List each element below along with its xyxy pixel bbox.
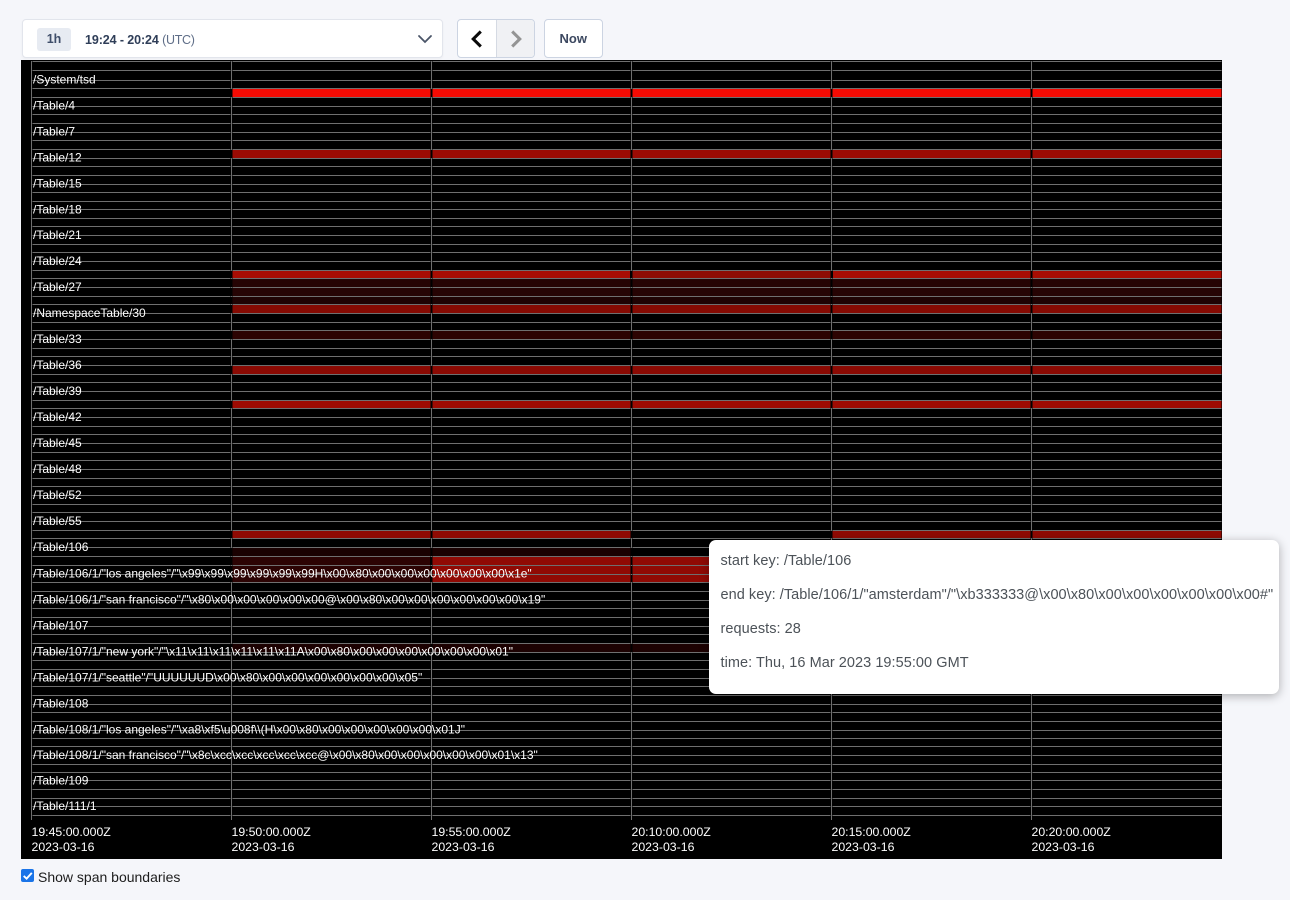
svg-text:20:15:00.000Z: 20:15:00.000Z [832, 825, 912, 839]
svg-text:/Table/36: /Table/36 [33, 358, 82, 372]
svg-text:/Table/106/1/"los angeles"/"\x: /Table/106/1/"los angeles"/"\x99\x99\x99… [33, 567, 532, 581]
svg-text:/Table/18: /Table/18 [33, 202, 82, 216]
svg-text:20:20:00.000Z: 20:20:00.000Z [1032, 825, 1112, 839]
svg-text:/Table/107: /Table/107 [33, 619, 89, 633]
svg-text:/Table/39: /Table/39 [33, 384, 82, 398]
svg-text:19:45:00.000Z: 19:45:00.000Z [32, 825, 112, 839]
svg-text:/Table/45: /Table/45 [33, 436, 82, 450]
svg-text:/Table/108: /Table/108 [33, 697, 89, 711]
svg-text:2023-03-16: 2023-03-16 [432, 840, 495, 854]
svg-text:/Table/106: /Table/106 [33, 540, 89, 554]
svg-text:/Table/52: /Table/52 [33, 488, 82, 502]
svg-text:/Table/55: /Table/55 [33, 514, 82, 528]
svg-text:19:50:00.000Z: 19:50:00.000Z [232, 825, 312, 839]
svg-text:/Table/42: /Table/42 [33, 410, 82, 424]
svg-text:/System/tsd: /System/tsd [33, 73, 96, 87]
svg-text:2023-03-16: 2023-03-16 [1032, 840, 1095, 854]
svg-text:/NamespaceTable/30: /NamespaceTable/30 [33, 306, 146, 320]
svg-text:2023-03-16: 2023-03-16 [632, 840, 695, 854]
svg-text:2023-03-16: 2023-03-16 [32, 840, 95, 854]
svg-text:/Table/107/1/"seattle"/"UUUUUU: /Table/107/1/"seattle"/"UUUUUUD\x00\x80\… [33, 671, 422, 685]
svg-text:19:55:00.000Z: 19:55:00.000Z [432, 825, 512, 839]
svg-text:/Table/4: /Table/4 [33, 99, 75, 113]
svg-text:2023-03-16: 2023-03-16 [232, 840, 295, 854]
svg-text:/Table/15: /Table/15 [33, 177, 82, 191]
svg-text:20:10:00.000Z: 20:10:00.000Z [632, 825, 712, 839]
svg-text:/Table/48: /Table/48 [33, 462, 82, 476]
svg-text:/Table/108/1/"san francisco"/": /Table/108/1/"san francisco"/"\x8c\xcc\x… [33, 748, 538, 762]
svg-text:/Table/21: /Table/21 [33, 228, 82, 242]
svg-text:/Table/12: /Table/12 [33, 151, 82, 165]
svg-text:/Table/106/1/"san francisco"/": /Table/106/1/"san francisco"/"\x80\x00\x… [33, 593, 545, 607]
svg-text:/Table/108/1/"los angeles"/"\x: /Table/108/1/"los angeles"/"\xa8\xf5\u00… [33, 723, 465, 737]
svg-text:/Table/33: /Table/33 [33, 332, 82, 346]
svg-text:2023-03-16: 2023-03-16 [832, 840, 895, 854]
svg-text:/Table/27: /Table/27 [33, 280, 82, 294]
svg-text:/Table/111/1: /Table/111/1 [33, 799, 97, 813]
svg-text:/Table/107/1/"new york"/"\x11\: /Table/107/1/"new york"/"\x11\x11\x11\x1… [33, 645, 513, 659]
svg-text:/Table/7: /Table/7 [33, 125, 75, 139]
svg-text:/Table/109: /Table/109 [33, 774, 89, 788]
svg-text:/Table/24: /Table/24 [33, 254, 82, 268]
